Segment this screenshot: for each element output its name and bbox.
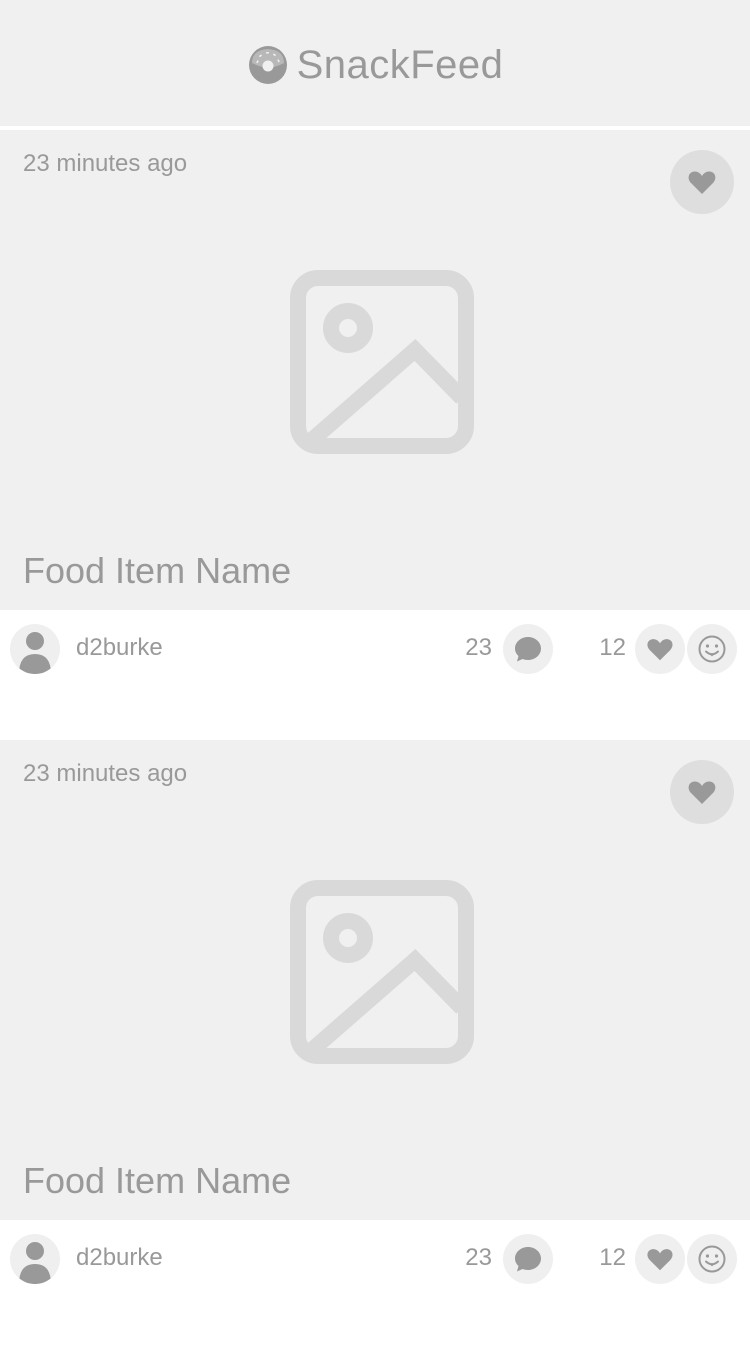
donut-icon [247, 44, 289, 86]
speech-bubble-icon [513, 1244, 543, 1274]
heart-icon [686, 776, 718, 808]
post-timestamp: 23 minutes ago [23, 150, 188, 177]
like-button[interactable] [635, 1234, 685, 1284]
app-title: SnackFeed [296, 42, 504, 87]
smiley-icon [697, 634, 727, 664]
like-count: 12 [599, 1244, 626, 1271]
app-header: SnackFeed [0, 0, 750, 128]
like-button[interactable] [635, 624, 685, 674]
heart-icon [686, 166, 718, 198]
comment-button[interactable] [503, 1234, 553, 1284]
post-title: Food Item Name [23, 1160, 292, 1201]
comment-count: 23 [465, 634, 492, 661]
heart-icon [645, 1244, 675, 1274]
image-placeholder-icon [290, 270, 474, 454]
react-button[interactable] [687, 624, 737, 674]
author-name[interactable]: d2burke [76, 634, 163, 662]
favorite-button[interactable] [670, 150, 734, 214]
post-timestamp: 23 minutes ago [23, 760, 188, 787]
post-title: Food Item Name [23, 550, 292, 591]
favorite-button[interactable] [670, 760, 734, 824]
comment-button[interactable] [503, 624, 553, 674]
speech-bubble-icon [513, 634, 543, 664]
comment-count: 23 [465, 1244, 492, 1271]
feed-post: 23 minutes ago Food Item Name d2burke 23 [0, 130, 750, 740]
post-media[interactable]: 23 minutes ago Food Item Name [0, 740, 750, 1220]
heart-icon [645, 634, 675, 664]
react-button[interactable] [687, 1234, 737, 1284]
like-count: 12 [599, 634, 626, 661]
user-avatar-icon[interactable] [10, 1234, 60, 1284]
smiley-icon [697, 1244, 727, 1274]
post-footer: d2burke 23 12 [0, 1220, 750, 1350]
post-footer: d2burke 23 12 [0, 610, 750, 740]
feed-post: 23 minutes ago Food Item Name d2burke 23 [0, 740, 750, 1350]
brand[interactable]: SnackFeed [247, 43, 504, 88]
post-media[interactable]: 23 minutes ago Food Item Name [0, 130, 750, 610]
author-name[interactable]: d2burke [76, 1244, 163, 1272]
image-placeholder-icon [290, 880, 474, 1064]
user-avatar-icon[interactable] [10, 624, 60, 674]
